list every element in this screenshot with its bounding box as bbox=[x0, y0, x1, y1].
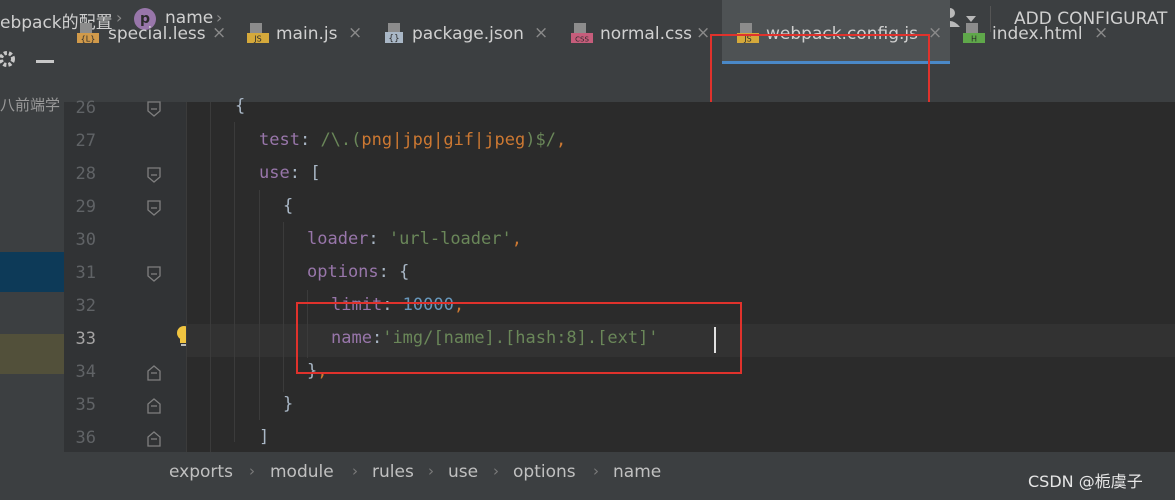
line-number[interactable]: 28 bbox=[66, 164, 96, 184]
fold-marker-icon[interactable] bbox=[146, 101, 162, 117]
line-number[interactable]: 33 bbox=[66, 329, 96, 349]
close-icon[interactable]: × bbox=[534, 23, 548, 43]
project-tree-selection[interactable] bbox=[0, 252, 64, 292]
tab-label: index.html bbox=[992, 24, 1083, 44]
css-file-icon: CSS bbox=[571, 23, 593, 44]
line-number[interactable]: 30 bbox=[66, 230, 96, 250]
csdn-watermark: CSDN @栀虞子 bbox=[1028, 472, 1143, 491]
svg-text:CSS: CSS bbox=[575, 36, 589, 44]
code-line-26[interactable]: { bbox=[235, 96, 245, 116]
indent-guide bbox=[210, 102, 211, 452]
breadcrumb-separator: › bbox=[593, 462, 599, 480]
breadcrumb-rules[interactable]: rules bbox=[372, 462, 414, 482]
code-line-30[interactable]: loader: 'url-loader', bbox=[307, 229, 522, 249]
tab-label: normal.css bbox=[600, 24, 693, 44]
breadcrumb-separator: › bbox=[352, 462, 358, 480]
line-number[interactable]: 31 bbox=[66, 263, 96, 283]
tab-label: package.json bbox=[412, 24, 524, 44]
fold-end-marker-icon[interactable] bbox=[146, 431, 162, 447]
code-line-31[interactable]: options: { bbox=[307, 262, 409, 282]
close-icon[interactable]: × bbox=[1094, 23, 1108, 43]
indent-guide bbox=[234, 122, 235, 442]
tab-special-less[interactable]: {L} special.less × bbox=[64, 0, 234, 64]
line-number[interactable]: 35 bbox=[66, 395, 96, 415]
line-number[interactable]: 26 bbox=[66, 98, 96, 118]
project-tree-text: 八前端学 bbox=[0, 96, 61, 114]
tab-main-js[interactable]: JS main.js × bbox=[236, 0, 368, 64]
fold-end-marker-icon[interactable] bbox=[146, 398, 162, 414]
tab-label: special.less bbox=[108, 24, 206, 44]
tab-normal-css[interactable]: CSS normal.css × bbox=[560, 0, 720, 64]
minimize-icon[interactable] bbox=[36, 60, 54, 63]
svg-text:H: H bbox=[971, 35, 977, 44]
close-icon[interactable]: × bbox=[928, 23, 942, 43]
indent-guide bbox=[283, 222, 284, 392]
html-file-icon: H bbox=[963, 23, 985, 44]
svg-text:JS: JS bbox=[253, 35, 261, 44]
fold-end-marker-icon[interactable] bbox=[146, 365, 162, 381]
code-line-35[interactable]: } bbox=[283, 394, 293, 414]
indent-guide bbox=[259, 190, 260, 420]
tab-label: main.js bbox=[276, 24, 338, 44]
fold-marker-icon[interactable] bbox=[146, 200, 162, 216]
breadcrumb-use[interactable]: use bbox=[448, 462, 478, 482]
js-file-icon: JS bbox=[247, 23, 269, 44]
code-line-28[interactable]: use: [ bbox=[259, 163, 320, 183]
indent-guide bbox=[186, 102, 187, 452]
code-line-27[interactable]: test: /\.(png|jpg|gif|jpeg)$/, bbox=[259, 130, 566, 150]
highlight-box-name-option bbox=[296, 302, 742, 374]
line-number[interactable]: 34 bbox=[66, 362, 96, 382]
code-line-29[interactable]: { bbox=[283, 196, 293, 216]
fold-marker-icon[interactable] bbox=[146, 167, 162, 183]
line-number[interactable]: 32 bbox=[66, 296, 96, 316]
code-line-36[interactable]: ] bbox=[259, 427, 269, 447]
close-icon[interactable]: × bbox=[212, 23, 226, 43]
breadcrumb-separator: › bbox=[428, 462, 434, 480]
line-number[interactable]: 29 bbox=[66, 197, 96, 217]
svg-text:{L}: {L} bbox=[81, 35, 96, 44]
breadcrumb-options[interactable]: options bbox=[513, 462, 576, 482]
close-icon[interactable]: × bbox=[348, 23, 362, 43]
gear-icon[interactable] bbox=[0, 50, 18, 68]
line-number[interactable]: 36 bbox=[66, 428, 96, 448]
json-file-icon: {} bbox=[385, 23, 403, 44]
breadcrumb-separator: › bbox=[249, 462, 255, 480]
less-file-icon: {L} bbox=[77, 23, 99, 44]
breadcrumb-name[interactable]: name bbox=[613, 462, 661, 482]
tab-index-html[interactable]: H index.html × bbox=[952, 0, 1122, 64]
breadcrumb-exports[interactable]: exports bbox=[169, 462, 233, 482]
line-number[interactable]: 27 bbox=[66, 131, 96, 151]
project-tree-highlight[interactable] bbox=[0, 334, 64, 374]
tab-package-json[interactable]: {} package.json × bbox=[370, 0, 558, 64]
svg-text:{}: {} bbox=[388, 34, 399, 44]
close-icon[interactable]: × bbox=[696, 23, 710, 43]
fold-marker-icon[interactable] bbox=[146, 266, 162, 282]
breadcrumb-separator: › bbox=[493, 462, 499, 480]
breadcrumb-module[interactable]: module bbox=[270, 462, 334, 482]
